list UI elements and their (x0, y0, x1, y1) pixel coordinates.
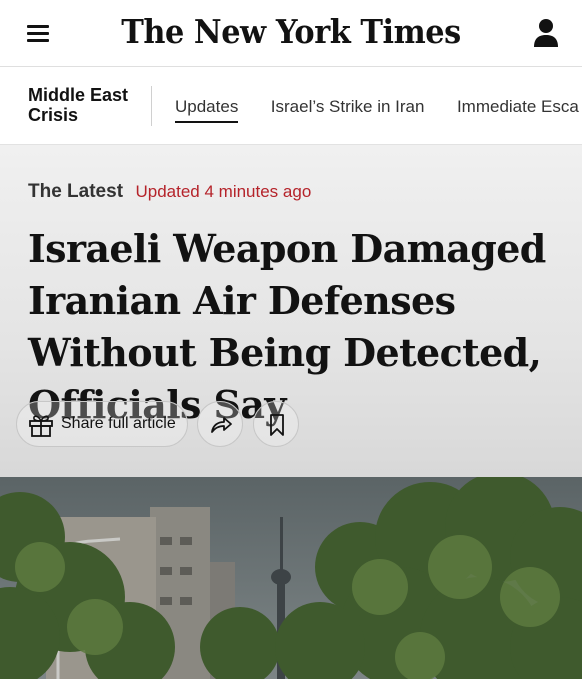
article-hero: The Latest Updated 4 minutes ago Israeli… (0, 145, 582, 477)
nav-link-israels-strike[interactable]: Israel’s Strike in Iran (271, 97, 425, 121)
latest-label: The Latest (28, 181, 124, 202)
nav-divider (151, 86, 152, 126)
share-button[interactable] (197, 401, 243, 447)
gift-icon (29, 415, 53, 437)
share-label: Share full article (61, 415, 176, 432)
nav-links: Updates Israel’s Strike in Iran Immediat… (175, 97, 582, 123)
share-arrow-icon (211, 417, 232, 433)
section-nav: Middle East Crisis Updates Israel’s Stri… (0, 67, 582, 145)
updated-timestamp: Updated 4 minutes ago (135, 182, 312, 201)
nav-link-updates[interactable]: Updates (175, 97, 239, 123)
article-headline: Israeli Weapon Damaged Iranian Air Defen… (28, 226, 546, 427)
bookmark-icon (270, 414, 284, 436)
section-title[interactable]: Middle East Crisis (28, 85, 148, 125)
nav-link-immediate-escalation[interactable]: Immediate Esca (457, 97, 579, 121)
user-account-icon[interactable] (532, 17, 560, 49)
share-full-article-button[interactable]: Share full article (16, 401, 188, 447)
article-kicker: The Latest Updated 4 minutes ago (28, 181, 311, 203)
article-lead-photo (0, 477, 582, 679)
save-button[interactable] (253, 401, 299, 447)
nyt-logo[interactable]: The New York Times (23, 12, 558, 51)
masthead: The New York Times (0, 0, 582, 67)
